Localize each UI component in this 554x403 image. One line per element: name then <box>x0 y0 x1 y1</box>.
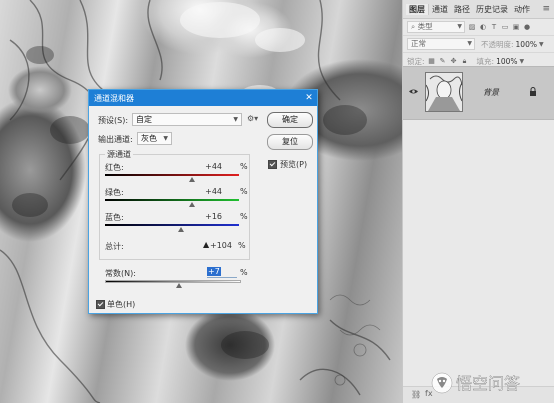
reset-button[interactable]: 复位 <box>267 134 313 150</box>
green-channel-slider-thumb[interactable] <box>189 202 195 207</box>
lock-transparent-icon[interactable]: ▦ <box>428 57 436 65</box>
gear-icon[interactable]: ⚙▾ <box>247 114 261 124</box>
lock-position-icon[interactable]: ✥ <box>450 57 458 65</box>
layer-thumbnail <box>425 72 463 112</box>
chevron-down-icon[interactable]: ▼ <box>539 41 544 48</box>
lock-icon[interactable] <box>529 87 537 96</box>
constant-value: +7 <box>207 267 221 276</box>
preset-value: 自定 <box>136 115 152 124</box>
total-label: 总计: <box>105 242 124 251</box>
tab-paths[interactable]: 路径 <box>451 4 473 15</box>
blue-channel-slider-thumb[interactable] <box>178 227 184 232</box>
output-channel-dropdown[interactable]: 灰色 ▼ <box>137 132 172 145</box>
layer-name[interactable]: 背景 <box>483 87 499 98</box>
layer-item-background[interactable]: 背景 <box>403 66 554 120</box>
lock-pixels-icon[interactable]: ✎ <box>439 57 447 65</box>
dialog-titlebar[interactable]: 通道混和器 ✕ <box>89 90 317 106</box>
smart-object-filter-icon[interactable]: ▣ <box>512 23 520 31</box>
source-channels-title: 源通道 <box>105 149 133 160</box>
blue-percent-sign: % <box>240 212 248 221</box>
tab-layers[interactable]: 图层 <box>406 3 429 15</box>
monochrome-checkbox[interactable] <box>96 300 105 309</box>
fill-value[interactable]: 100% <box>496 57 517 66</box>
tab-actions[interactable]: 动作 <box>511 4 533 15</box>
watermark-text: 悟空问答 <box>456 374 520 393</box>
opacity-value[interactable]: 100% <box>516 40 537 49</box>
preview-checkbox[interactable] <box>268 160 277 169</box>
blue-channel-value[interactable]: +16 <box>196 212 222 221</box>
watermark-logo: 悟空问答 <box>431 372 520 394</box>
layers-panel: 图层 通道 路径 历史记录 动作 ≡ ⌕ 类型 ▼ ▨ ◐ T ▭ ▣ ● 正常… <box>402 0 554 403</box>
red-percent-sign: % <box>240 162 248 171</box>
adjustment-filter-icon[interactable]: ◐ <box>479 23 487 31</box>
blend-mode-dropdown[interactable]: 正常 ▼ <box>407 38 475 50</box>
blend-mode-value: 正常 <box>411 39 426 48</box>
shape-filter-icon[interactable]: ▭ <box>501 23 509 31</box>
total-percent-sign: % <box>238 241 246 250</box>
layer-filter-row: ⌕ 类型 ▼ ▨ ◐ T ▭ ▣ ● <box>403 19 554 36</box>
kind-filter-dropdown[interactable]: ⌕ 类型 ▼ <box>407 21 465 33</box>
constant-slider-thumb[interactable] <box>176 283 182 288</box>
type-filter-icon[interactable]: T <box>490 23 498 31</box>
red-channel-slider-thumb[interactable] <box>189 177 195 182</box>
green-channel-label: 绿色: <box>105 188 124 197</box>
preset-dropdown[interactable]: 自定 ▼ <box>132 113 242 126</box>
preview-label: 预览(P) <box>280 160 308 169</box>
red-channel-label: 红色: <box>105 163 124 172</box>
tab-channels[interactable]: 通道 <box>429 4 451 15</box>
eye-icon[interactable] <box>409 88 418 95</box>
constant-percent-sign: % <box>240 268 248 277</box>
green-channel-value[interactable]: +44 <box>196 187 222 196</box>
chevron-down-icon: ▼ <box>457 23 462 30</box>
constant-input[interactable]: +7 <box>207 267 237 278</box>
chevron-down-icon[interactable]: ▼ <box>520 58 525 65</box>
panel-tab-bar: 图层 通道 路径 历史记录 动作 ≡ <box>403 0 554 19</box>
lock-label: 锁定: <box>407 56 425 66</box>
red-channel-slider-track[interactable] <box>105 174 239 176</box>
link-layers-icon[interactable]: ⛓ <box>411 390 421 399</box>
search-icon: ⌕ <box>411 22 416 31</box>
output-channel-value: 灰色 <box>141 134 157 143</box>
kind-filter-label: 类型 <box>417 22 433 31</box>
monochrome-label: 单色(H) <box>107 300 136 309</box>
panel-menu-icon[interactable]: ≡ <box>542 4 550 14</box>
filter-toggle-icon[interactable]: ● <box>523 23 531 31</box>
blend-row: 正常 ▼ 不透明度: 100% ▼ <box>403 36 554 53</box>
lock-all-icon[interactable]: 🔒︎ <box>461 57 469 65</box>
green-channel-slider-track[interactable] <box>105 199 239 201</box>
dialog-title: 通道混和器 <box>94 93 134 103</box>
constant-slider-track[interactable] <box>105 280 241 283</box>
total-value: +104 <box>210 241 232 250</box>
red-channel-value[interactable]: +44 <box>196 162 222 171</box>
output-channel-label: 输出通道: <box>98 135 133 144</box>
blue-channel-label: 蓝色: <box>105 213 124 222</box>
chevron-down-icon: ▼ <box>163 135 168 142</box>
opacity-label: 不透明度: <box>481 39 514 49</box>
tab-history[interactable]: 历史记录 <box>473 4 511 15</box>
chevron-down-icon: ▼ <box>467 40 472 47</box>
green-percent-sign: % <box>240 187 248 196</box>
fill-label: 填充: <box>476 56 495 66</box>
constant-label: 常数(N): <box>105 269 136 278</box>
ok-button[interactable]: 确定 <box>267 112 313 128</box>
blue-channel-slider-track[interactable] <box>105 224 239 226</box>
chevron-down-icon: ▼ <box>233 116 238 123</box>
close-icon[interactable]: ✕ <box>301 93 317 103</box>
pixel-filter-icon[interactable]: ▨ <box>468 23 476 31</box>
preset-label: 预设(S): <box>98 116 129 125</box>
channel-mixer-dialog: 通道混和器 ✕ 预设(S): 自定 ▼ ⚙▾ 输出通道: 灰色 ▼ 确定 复位 … <box>88 89 318 314</box>
